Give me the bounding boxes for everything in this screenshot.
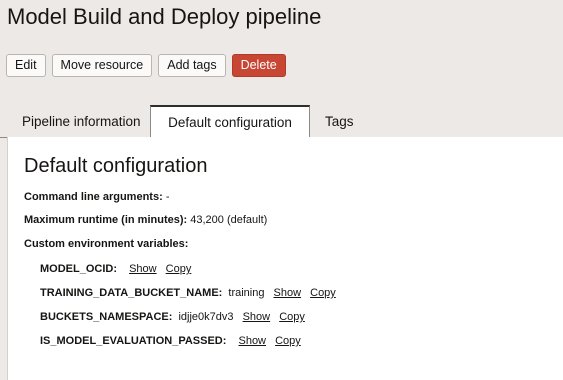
command-line-label: Command line arguments:	[24, 191, 163, 203]
env-var-name: TRAINING_DATA_BUCKET_NAME:	[40, 287, 223, 299]
default-configuration-panel: Default configuration Command line argum…	[7, 137, 563, 380]
max-runtime-label: Maximum runtime (in minutes):	[24, 214, 188, 226]
command-line-value: -	[165, 191, 170, 203]
env-var-name: IS_MODEL_EVALUATION_PASSED:	[40, 335, 227, 347]
copy-link[interactable]: Copy	[166, 263, 192, 275]
env-vars-label: Custom environment variables:	[24, 238, 189, 250]
copy-link[interactable]: Copy	[279, 311, 305, 323]
tab-bar: Pipeline information Default configurati…	[0, 105, 563, 139]
max-runtime-row: Maximum runtime (in minutes): 43,200 (de…	[24, 213, 267, 227]
action-toolbar: Edit Move resource Add tags Delete	[6, 54, 286, 77]
show-link[interactable]: Show	[238, 335, 266, 347]
tab-tags[interactable]: Tags	[325, 105, 354, 138]
copy-link[interactable]: Copy	[310, 287, 336, 299]
env-var-row: MODEL_OCID: Show Copy	[40, 262, 191, 276]
page-title: Model Build and Deploy pipeline	[7, 4, 322, 29]
env-var-row: BUCKETS_NAMESPACE: idjje0k7dv3 Show Copy	[40, 310, 305, 324]
command-line-row: Command line arguments: -	[24, 190, 169, 204]
env-vars-heading-row: Custom environment variables:	[24, 237, 188, 251]
tab-pipeline-information[interactable]: Pipeline information	[22, 105, 141, 138]
tab-default-configuration[interactable]: Default configuration	[150, 105, 310, 139]
show-link[interactable]: Show	[274, 287, 302, 299]
show-link[interactable]: Show	[129, 263, 157, 275]
show-link[interactable]: Show	[243, 311, 271, 323]
move-resource-button[interactable]: Move resource	[51, 54, 153, 77]
env-var-value: training	[228, 287, 265, 299]
env-var-row: TRAINING_DATA_BUCKET_NAME: training Show…	[40, 286, 336, 300]
env-var-row: IS_MODEL_EVALUATION_PASSED: Show Copy	[40, 334, 301, 348]
env-var-name: MODEL_OCID:	[40, 263, 117, 275]
delete-button[interactable]: Delete	[231, 54, 286, 77]
env-var-name: BUCKETS_NAMESPACE:	[40, 311, 173, 323]
env-var-value: idjje0k7dv3	[178, 311, 234, 323]
section-title: Default configuration	[24, 155, 208, 177]
add-tags-button[interactable]: Add tags	[158, 54, 226, 77]
max-runtime-value: 43,200 (default)	[190, 214, 268, 226]
edit-button[interactable]: Edit	[6, 54, 46, 77]
copy-link[interactable]: Copy	[275, 335, 301, 347]
